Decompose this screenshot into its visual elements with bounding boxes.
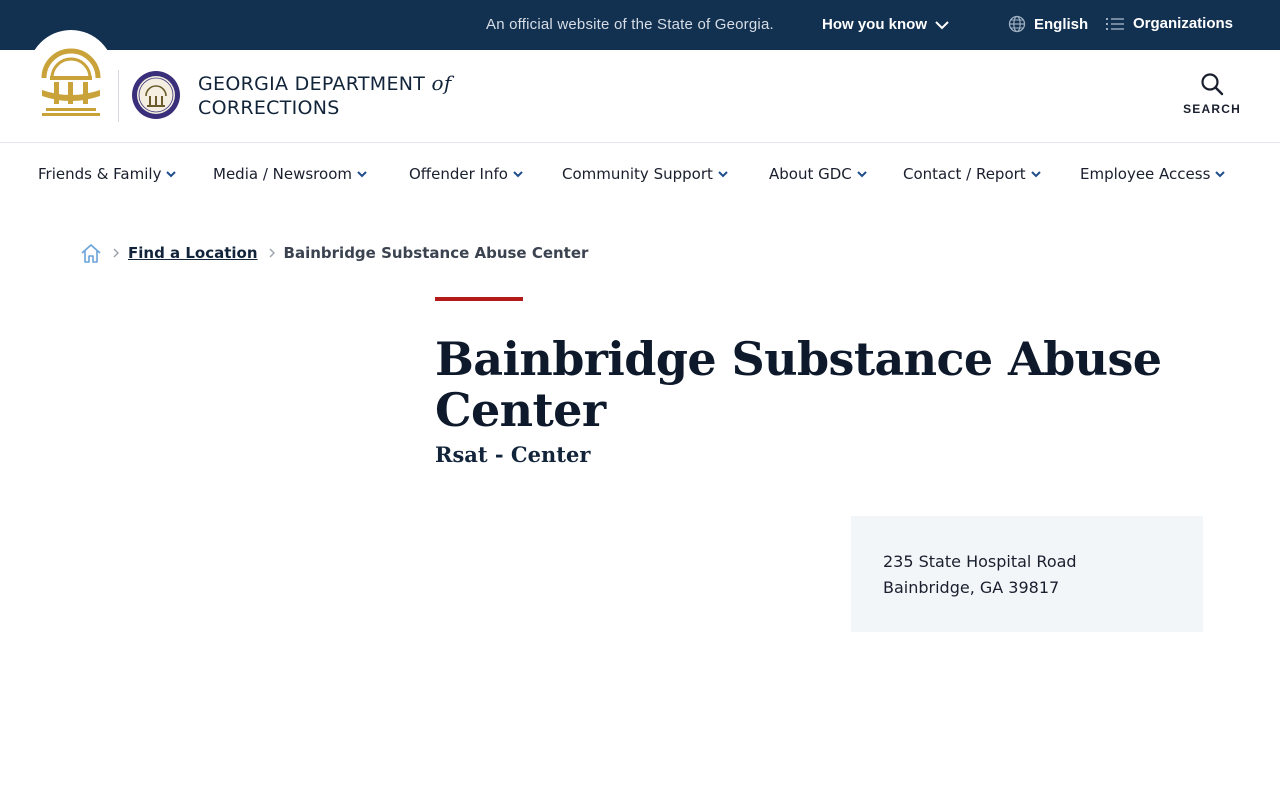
header-divider xyxy=(118,70,119,122)
site-title-line1: GEORGIA DEPARTMENT xyxy=(198,73,426,95)
chevron-down-icon xyxy=(1215,171,1226,178)
nav-item-label: Contact / Report xyxy=(903,165,1026,183)
home-icon[interactable] xyxy=(80,242,102,264)
chevron-down-icon xyxy=(718,171,728,178)
nav-item-offender-info[interactable]: Offender Info xyxy=(409,165,524,183)
breadcrumb-current: Bainbridge Substance Abuse Center xyxy=(283,244,589,262)
page-subtitle: Rsat - Center xyxy=(435,442,591,467)
georgia-state-seal-icon xyxy=(41,48,101,116)
organizations-label: Organizations xyxy=(1133,15,1234,32)
nav-item-label: Employee Access xyxy=(1080,165,1211,183)
nav-item-about-gdc[interactable]: About GDC xyxy=(769,165,868,183)
how-you-know-label: How you know xyxy=(822,16,927,33)
site-header: GEORGIA DEPARTMENT of CORRECTIONS SEARCH xyxy=(0,30,1280,143)
address-line1: 235 State Hospital Road xyxy=(883,552,1077,571)
chevron-down-icon xyxy=(1030,171,1041,178)
official-website-text: An official website of the State of Geor… xyxy=(486,16,774,33)
chevron-down-icon xyxy=(166,171,177,178)
search-label: SEARCH xyxy=(1183,102,1241,116)
chevron-down-icon xyxy=(857,171,867,178)
nav-item-contact-report[interactable]: Contact / Report xyxy=(903,165,1042,183)
georgia-seal-link[interactable] xyxy=(28,30,114,130)
chevron-right-icon xyxy=(268,247,276,259)
nav-item-label: Friends & Family xyxy=(38,165,162,183)
nav-item-label: About GDC xyxy=(769,165,852,183)
nav-item-media-newsroom[interactable]: Media / Newsroom xyxy=(213,165,368,183)
list-icon xyxy=(1106,17,1124,30)
address-card: 235 State Hospital Road Bainbridge, GA 3… xyxy=(851,516,1203,632)
breadcrumb: Find a Location Bainbridge Substance Abu… xyxy=(80,240,588,266)
nav-item-employee-access[interactable]: Employee Access xyxy=(1080,165,1226,183)
page-title: Bainbridge Substance Abuse Center xyxy=(435,332,1162,437)
organizations-link[interactable]: Organizations xyxy=(1105,15,1233,32)
search-icon xyxy=(1201,73,1224,96)
official-banner: An official website of the State of Geor… xyxy=(0,0,1280,50)
how-you-know-toggle[interactable]: How you know xyxy=(822,16,949,33)
chevron-down-icon xyxy=(935,20,949,29)
nav-item-label: Offender Info xyxy=(409,165,508,183)
nav-item-label: Community Support xyxy=(562,165,713,183)
breadcrumb-find-a-location-link[interactable]: Find a Location xyxy=(128,244,258,262)
chevron-down-icon xyxy=(357,171,367,178)
title-accent-bar xyxy=(435,297,523,301)
site-title-of: of xyxy=(431,71,452,95)
address-line2: Bainbridge, GA 39817 xyxy=(883,578,1060,597)
search-button[interactable]: SEARCH xyxy=(1176,72,1248,116)
language-selector[interactable]: English xyxy=(1008,15,1088,33)
chevron-down-icon xyxy=(513,171,523,178)
site-title[interactable]: GEORGIA DEPARTMENT of CORRECTIONS xyxy=(198,71,452,120)
nav-item-label: Media / Newsroom xyxy=(213,165,352,183)
chevron-right-icon xyxy=(112,247,120,259)
site-title-line2: CORRECTIONS xyxy=(198,97,340,119)
nav-item-community-support[interactable]: Community Support xyxy=(562,165,729,183)
nav-item-friends-family[interactable]: Friends & Family xyxy=(38,165,177,183)
globe-icon xyxy=(1008,15,1026,33)
language-label: English xyxy=(1034,15,1089,33)
main-navigation: Friends & Family Media / Newsroom Offend… xyxy=(0,143,1280,205)
department-of-corrections-seal-icon xyxy=(132,71,180,119)
